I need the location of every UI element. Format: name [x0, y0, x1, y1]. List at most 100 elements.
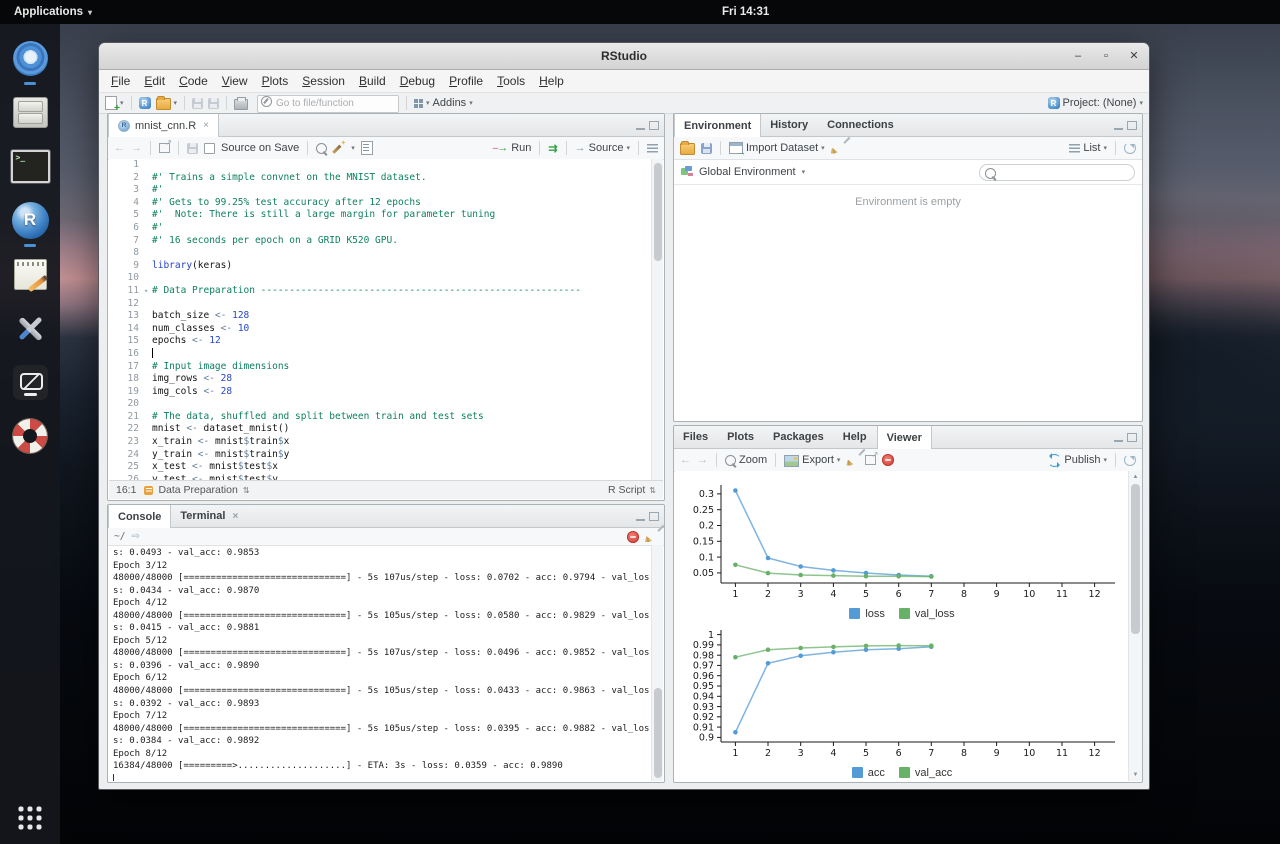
- tab-console[interactable]: Console: [108, 505, 171, 528]
- code-line[interactable]: 18img_rows <- 28: [109, 373, 652, 386]
- code-line[interactable]: 23x_train <- mnist$train$x: [109, 436, 652, 449]
- minimize-icon[interactable]: –: [1071, 51, 1085, 62]
- tab-viewer[interactable]: Viewer: [877, 426, 932, 449]
- tab-help[interactable]: Help: [834, 426, 877, 448]
- clock[interactable]: Fri 14:31: [722, 0, 769, 24]
- publish-button[interactable]: Publish ▾: [1048, 454, 1107, 467]
- tab-environment[interactable]: Environment: [674, 114, 761, 137]
- menu-build[interactable]: Build: [352, 72, 393, 90]
- menu-file[interactable]: File: [104, 72, 137, 90]
- tab-files[interactable]: Files: [674, 426, 718, 448]
- menu-session[interactable]: Session: [295, 72, 352, 90]
- code-line[interactable]: 21# The data, shuffled and split between…: [109, 411, 652, 424]
- save-all-button[interactable]: [208, 98, 219, 109]
- open-in-window-icon[interactable]: [865, 455, 876, 465]
- dock-file-manager-button[interactable]: [10, 92, 50, 132]
- dock-r-button[interactable]: R: [10, 200, 50, 240]
- code-line[interactable]: 24y_train <- mnist$train$y: [109, 449, 652, 462]
- menu-debug[interactable]: Debug: [393, 72, 442, 90]
- code-line[interactable]: 2#' Trains a simple convnet on the MNIST…: [109, 172, 652, 185]
- compile-report-icon[interactable]: [361, 141, 373, 155]
- code-line[interactable]: 16: [109, 348, 652, 361]
- close-icon[interactable]: ×: [203, 120, 209, 131]
- addins-button[interactable]: ▾ Addins ▾: [414, 97, 473, 109]
- viewer-scroll-thumb[interactable]: [1131, 484, 1140, 634]
- code-line[interactable]: 22mnist <- dataset_mnist(): [109, 423, 652, 436]
- tab-packages[interactable]: Packages: [764, 426, 834, 448]
- code-line[interactable]: 8: [109, 247, 652, 260]
- save-workspace-icon[interactable]: [701, 143, 712, 154]
- new-file-button[interactable]: ▾: [105, 96, 124, 110]
- jump-to-dir-icon[interactable]: ⇨: [131, 531, 139, 542]
- section-selector[interactable]: Data Preparation ⇅: [144, 484, 249, 496]
- export-button[interactable]: Export ▾: [784, 454, 840, 467]
- tab-history[interactable]: History: [761, 114, 818, 136]
- code-line[interactable]: 1: [109, 159, 652, 172]
- menu-edit[interactable]: Edit: [137, 72, 172, 90]
- pane-maximize-icon[interactable]: [1127, 433, 1137, 442]
- pane-minimize-icon[interactable]: [636, 121, 645, 130]
- menu-plots[interactable]: Plots: [255, 72, 296, 90]
- tab-terminal[interactable]: Terminal×: [171, 505, 248, 527]
- code-line[interactable]: 3#': [109, 184, 652, 197]
- console-output[interactable]: s: 0.0493 - val_acc: 0.9853Epoch 3/12480…: [109, 545, 652, 781]
- rerun-button[interactable]: ⇉: [548, 142, 557, 155]
- doc-type-selector[interactable]: R Script ⇅: [608, 484, 656, 496]
- console-scroll-thumb[interactable]: [654, 688, 662, 778]
- tab-mnist-cnn-r[interactable]: Rmnist_cnn.R×: [108, 114, 219, 137]
- environment-scope-label[interactable]: Global Environment: [699, 166, 796, 178]
- scroll-up-icon[interactable]: ▲: [1129, 471, 1142, 483]
- viewer-scrollbar[interactable]: ▲ ▼: [1128, 471, 1142, 781]
- code-tools-icon[interactable]: [333, 142, 345, 154]
- dock-screen-tool-button[interactable]: [10, 362, 50, 402]
- editor-scrollbar[interactable]: [651, 159, 663, 481]
- forward-icon[interactable]: →: [131, 142, 142, 154]
- code-line[interactable]: 12: [109, 298, 652, 311]
- code-line[interactable]: 19img_cols <- 28: [109, 386, 652, 399]
- code-line[interactable]: 17# Input image dimensions: [109, 361, 652, 374]
- code-line[interactable]: 15epochs <- 12: [109, 335, 652, 348]
- menu-tools[interactable]: Tools: [490, 72, 532, 90]
- menu-help[interactable]: Help: [532, 72, 571, 90]
- pane-minimize-icon[interactable]: [1114, 433, 1123, 442]
- find-replace-icon[interactable]: [316, 143, 327, 154]
- code-line[interactable]: 7#' 16 seconds per epoch on a GRID K520 …: [109, 235, 652, 248]
- code-line[interactable]: 13batch_size <- 128: [109, 310, 652, 323]
- code-line[interactable]: 14num_classes <- 10: [109, 323, 652, 336]
- refresh-icon[interactable]: [1124, 454, 1136, 466]
- back-icon[interactable]: ←: [114, 142, 125, 154]
- open-file-button[interactable]: ▾: [156, 96, 178, 110]
- code-line[interactable]: 20: [109, 398, 652, 411]
- save-button[interactable]: [192, 98, 203, 109]
- new-project-button[interactable]: R: [139, 97, 151, 109]
- maximize-icon[interactable]: ▫: [1099, 51, 1113, 62]
- code-line[interactable]: 25x_test <- mnist$test$x: [109, 461, 652, 474]
- load-workspace-icon[interactable]: [680, 143, 695, 155]
- editor-scroll-thumb[interactable]: [654, 163, 662, 261]
- zoom-button[interactable]: Zoom: [725, 454, 767, 466]
- close-icon[interactable]: ✕: [1127, 51, 1141, 62]
- back-icon[interactable]: ←: [680, 454, 691, 466]
- pane-maximize-icon[interactable]: [649, 121, 659, 130]
- dock-terminal-button[interactable]: [10, 146, 50, 186]
- menu-code[interactable]: Code: [172, 72, 215, 90]
- applications-menu[interactable]: Applications ▾: [8, 0, 98, 24]
- console-scrollbar[interactable]: [651, 545, 663, 781]
- forward-icon[interactable]: →: [697, 454, 708, 466]
- pane-minimize-icon[interactable]: [1114, 121, 1123, 130]
- pane-minimize-icon[interactable]: [636, 512, 645, 521]
- menu-profile[interactable]: Profile: [442, 72, 490, 90]
- code-editor[interactable]: 12#' Trains a simple convnet on the MNIS…: [109, 159, 652, 481]
- dock-help-button[interactable]: [10, 416, 50, 456]
- goto-file-input[interactable]: [257, 95, 399, 113]
- pane-maximize-icon[interactable]: [649, 512, 659, 521]
- stop-icon[interactable]: [882, 454, 894, 466]
- dock-chromium-button[interactable]: [10, 38, 50, 78]
- pane-maximize-icon[interactable]: [1127, 121, 1137, 130]
- environment-search-input[interactable]: [979, 164, 1135, 181]
- close-icon[interactable]: ×: [232, 511, 238, 522]
- clear-console-broom-icon[interactable]: [645, 530, 658, 543]
- open-in-window-icon[interactable]: [159, 143, 170, 153]
- show-apps-icon[interactable]: [18, 806, 42, 830]
- source-on-save-checkbox[interactable]: [204, 143, 215, 154]
